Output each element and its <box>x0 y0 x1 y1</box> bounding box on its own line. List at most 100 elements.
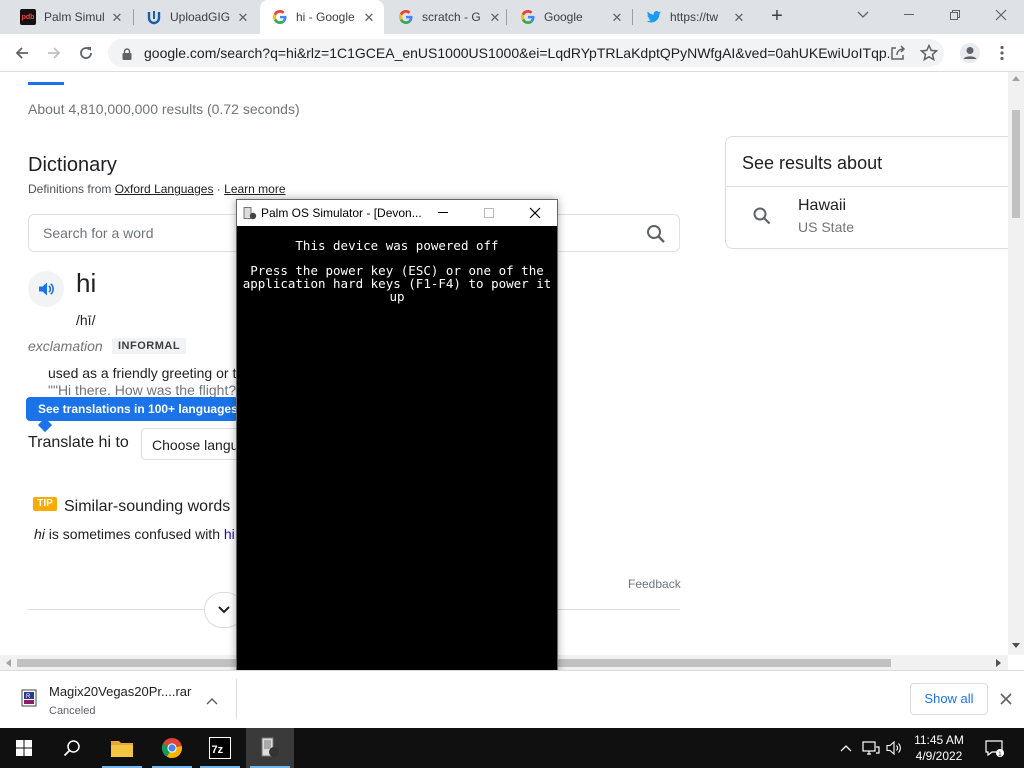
chrome-icon <box>161 738 183 759</box>
file-explorer-taskbar-button[interactable] <box>98 728 146 768</box>
close-tab-icon[interactable]: ✕ <box>488 10 502 26</box>
back-button[interactable] <box>10 41 34 65</box>
palm-simulator-window[interactable]: Palm OS Simulator - [Devon... This devic… <box>236 199 558 706</box>
rar-file-icon: R <box>20 689 38 707</box>
choose-language-select[interactable]: Choose langu <box>141 428 251 460</box>
oxford-languages-link[interactable]: Oxford Languages <box>115 182 214 196</box>
close-tab-icon[interactable]: ✕ <box>610 10 624 26</box>
close-shelf-icon[interactable] <box>996 689 1016 709</box>
close-tab-icon[interactable]: ✕ <box>110 10 124 26</box>
palm-minimize-button[interactable] <box>420 200 466 226</box>
search-icon[interactable] <box>645 223 667 245</box>
part-of-speech: exclamation <box>28 338 103 354</box>
panel-heading: See results about <box>742 153 883 173</box>
palm-maximize-button[interactable] <box>466 200 512 226</box>
palm-simulator-taskbar-button[interactable] <box>246 728 294 768</box>
tip-badge: TIP <box>33 497 57 511</box>
lock-icon[interactable] <box>122 47 132 60</box>
browser-toolbar: google.com/search?q=hi&rlz=1C1GCEA_enUS1… <box>0 34 1024 72</box>
tab-twitter[interactable]: https://tw ✕ <box>634 0 754 34</box>
close-tab-icon[interactable]: ✕ <box>236 10 250 26</box>
tab-hi-google[interactable]: hi - Google ✕ <box>260 0 384 34</box>
show-all-button[interactable]: Show all <box>910 683 988 715</box>
close-tab-icon[interactable]: ✕ <box>362 10 376 26</box>
tab-title: https://tw <box>670 10 719 24</box>
forward-button[interactable] <box>42 41 66 65</box>
tab-palm-simul[interactable]: pdb Palm Simul ✕ <box>8 0 132 34</box>
pronunciation-speaker-icon[interactable] <box>28 271 64 307</box>
close-tab-icon[interactable]: ✕ <box>732 10 746 26</box>
chrome-menu-icon[interactable] <box>990 41 1014 65</box>
palm-simulator-icon <box>261 737 279 757</box>
tab-underline <box>28 82 64 85</box>
result-stats: About 4,810,000,000 results (0.72 second… <box>28 101 300 117</box>
system-clock[interactable]: 11:45 AM 4/9/2022 <box>908 732 970 764</box>
palm-close-button[interactable] <box>512 200 558 226</box>
clock-time: 11:45 AM <box>914 733 964 747</box>
twitter-icon <box>646 9 662 25</box>
profile-avatar-icon[interactable] <box>958 41 982 65</box>
panel-divider <box>726 186 1008 187</box>
tab-search-chevron-icon[interactable] <box>840 0 886 30</box>
hawaii-link[interactable]: Hawaii <box>798 197 846 215</box>
windows-logo-icon <box>16 740 32 756</box>
share-icon[interactable] <box>889 44 907 67</box>
translations-label: See translations in 100+ languages <box>38 402 238 416</box>
7zip-icon: 7z <box>209 737 231 759</box>
confused-with-text: hi is sometimes confused with hi <box>34 526 235 542</box>
see-results-about-panel: See results about Hawaii US State <box>725 136 1008 249</box>
phonetic: /hī/ <box>76 312 96 328</box>
vertical-scrollbar[interactable] <box>1008 72 1024 655</box>
start-button[interactable] <box>0 728 48 768</box>
shelf-divider <box>236 679 237 719</box>
similar-sounding-heading: Similar-sounding words <box>64 498 231 515</box>
7zip-taskbar-button[interactable]: 7z <box>196 728 244 768</box>
register-label: INFORMAL <box>112 338 187 354</box>
url-text[interactable]: google.com/search?q=hi&rlz=1C1GCEA_enUS1… <box>144 45 889 61</box>
clock-date: 4/9/2022 <box>915 749 963 763</box>
chrome-taskbar-button[interactable] <box>148 728 196 768</box>
minimize-window-button[interactable] <box>886 0 932 30</box>
bookmark-star-icon[interactable] <box>919 43 939 67</box>
volume-icon[interactable] <box>884 728 906 768</box>
upload-gig-icon <box>146 9 162 25</box>
tab-uploadgig[interactable]: UploadGIG ✕ <box>134 0 258 34</box>
confused-link[interactable]: hi <box>224 526 235 542</box>
source-prefix: Definitions from <box>28 182 112 196</box>
see-translations-button[interactable]: See translations in 100+ languages <box>26 397 238 433</box>
dictionary-source: Definitions from Oxford Languages · Lear… <box>28 182 286 196</box>
hawaii-subtitle: US State <box>798 219 855 235</box>
show-hidden-icons-chevron-icon[interactable] <box>836 728 856 768</box>
close-window-button[interactable] <box>978 0 1024 30</box>
google-icon <box>398 9 414 25</box>
palm-device-screen[interactable]: This device was powered off Press the po… <box>237 226 557 705</box>
scroll-right-arrow-icon <box>996 659 1001 667</box>
pdb-icon: pdb <box>20 9 36 25</box>
tab-google[interactable]: Google ✕ <box>508 0 632 34</box>
search-button[interactable] <box>48 728 96 768</box>
feedback-link[interactable]: Feedback <box>628 577 681 591</box>
learn-more-link[interactable]: Learn more <box>224 182 285 196</box>
chevron-down-icon <box>218 606 230 614</box>
palm-window-title: Palm OS Simulator - [Devon... <box>261 206 422 220</box>
address-bar[interactable]: google.com/search?q=hi&rlz=1C1GCEA_enUS1… <box>108 39 944 67</box>
google-icon <box>520 9 536 25</box>
notifications-icon: 1 <box>985 740 1004 758</box>
tab-scratch[interactable]: scratch - G ✕ <box>386 0 510 34</box>
example-sentence: ""Hi there. How was the flight?" <box>48 382 242 398</box>
action-center-button[interactable]: 1 <box>982 728 1006 768</box>
download-status: Canceled <box>49 705 96 717</box>
palm-title-bar[interactable]: Palm OS Simulator - [Devon... <box>237 200 557 226</box>
confused-phrase: is sometimes confused with <box>44 526 224 542</box>
network-icon[interactable] <box>860 728 882 768</box>
scrollbar-thumb[interactable] <box>1012 110 1020 218</box>
confused-word: hi <box>34 526 45 542</box>
tooltip-notch <box>37 417 53 433</box>
chevron-up-icon[interactable] <box>205 693 219 705</box>
download-shelf: R Magix20Vegas20Pr....rar Canceled Show … <box>0 670 1024 728</box>
file-explorer-icon <box>111 741 133 757</box>
restore-window-button[interactable] <box>932 0 978 30</box>
new-tab-button[interactable]: + <box>767 6 787 26</box>
reload-button[interactable] <box>74 41 98 65</box>
download-filename[interactable]: Magix20Vegas20Pr....rar <box>49 684 191 699</box>
